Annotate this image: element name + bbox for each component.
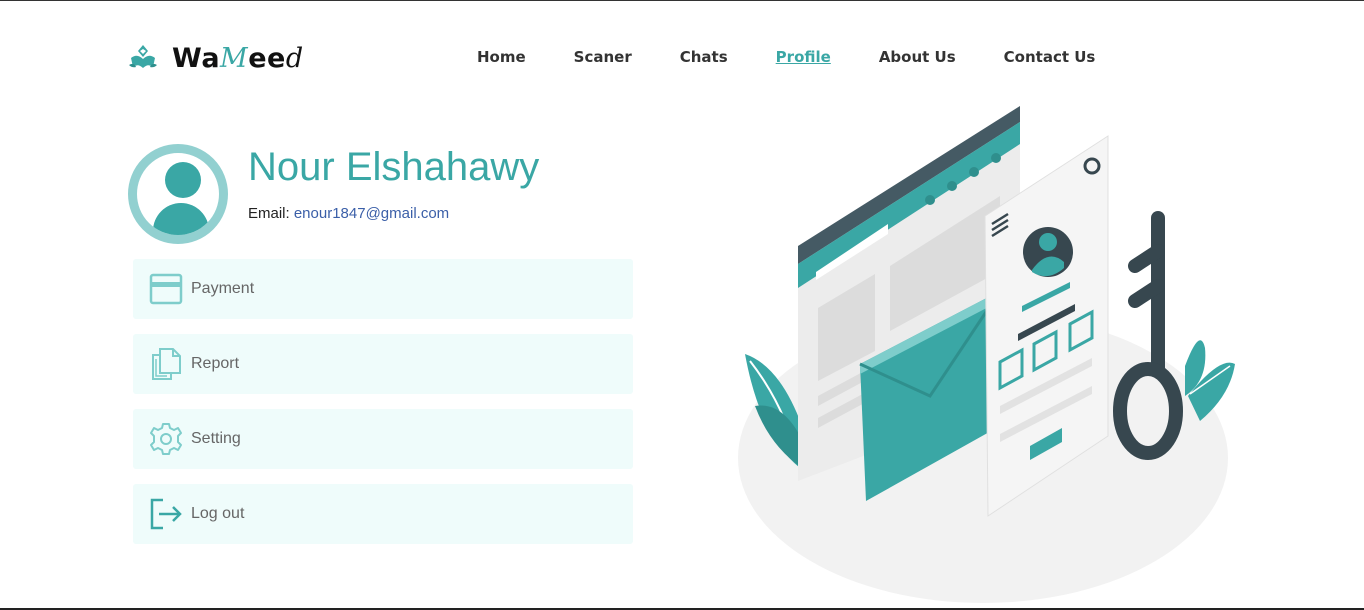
palm-book-logo-icon <box>129 45 157 68</box>
email-row: Email: enour1847@gmail.com <box>248 205 449 222</box>
gear-icon <box>149 422 183 456</box>
nav-home[interactable]: Home <box>477 48 526 66</box>
credit-card-icon <box>149 272 183 306</box>
documents-icon <box>149 347 183 381</box>
nav-chats[interactable]: Chats <box>680 48 728 66</box>
brand-logo[interactable]: WaMeed <box>126 41 304 75</box>
nav-scaner[interactable]: Scaner <box>574 48 632 66</box>
email-label: Email: <box>248 205 294 222</box>
main-nav: Home Scaner Chats Profile About Us Conta… <box>477 48 1143 66</box>
menu-label-setting: Setting <box>191 430 241 447</box>
user-name: Nour Elshahawy <box>248 145 540 189</box>
menu-item-logout[interactable]: Log out <box>133 484 633 544</box>
nav-contact-us[interactable]: Contact Us <box>1004 48 1096 66</box>
user-avatar-icon <box>128 144 228 244</box>
menu-label-report: Report <box>191 355 240 372</box>
logout-icon <box>149 497 183 531</box>
menu-item-setting[interactable]: Setting <box>133 409 633 469</box>
email-value: enour1847@gmail.com <box>293 205 450 222</box>
menu-item-payment[interactable]: Payment <box>133 259 633 319</box>
profile-menu: Payment Report Setting Log out <box>133 259 633 559</box>
menu-label-payment: Payment <box>191 280 255 297</box>
nav-about-us[interactable]: About Us <box>879 48 956 66</box>
security-illustration <box>730 96 1250 610</box>
menu-label-logout: Log out <box>191 505 245 522</box>
brand-name: WaMeed <box>172 42 304 74</box>
nav-profile[interactable]: Profile <box>776 48 831 66</box>
menu-item-report[interactable]: Report <box>133 334 633 394</box>
